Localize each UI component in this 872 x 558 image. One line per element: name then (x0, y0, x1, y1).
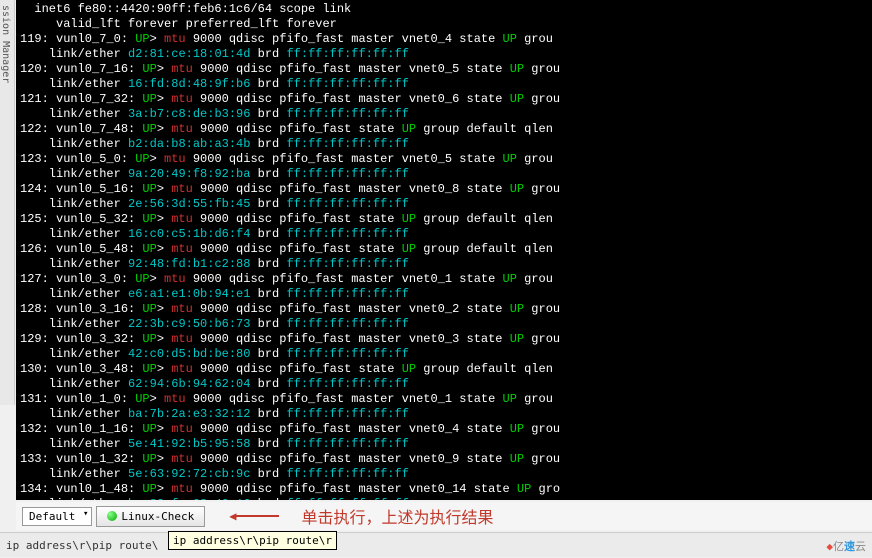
watermark-logo: ◆亿速云 (826, 538, 866, 554)
status-bar: ip address\r\pip route\ ip address\r\pip… (0, 532, 872, 557)
annotation-text: 单击执行，上述为执行结果 (301, 504, 493, 528)
session-manager-sidebar[interactable]: ssion Manager (0, 0, 15, 405)
profile-dropdown[interactable]: Default (22, 507, 92, 526)
arrow-icon (229, 509, 279, 523)
linux-check-button[interactable]: Linux-Check (96, 506, 205, 527)
status-text: ip address\r\pip route\ (6, 539, 158, 552)
button-label: Linux-Check (121, 510, 194, 523)
terminal-output[interactable]: inet6 fe80::4420:90ff:feb6:1c6/64 scope … (16, 0, 872, 500)
status-dot-icon (107, 511, 117, 521)
toolbar: Default Linux-Check 单击执行，上述为执行结果 (16, 502, 872, 530)
tooltip: ip address\r\pip route\r (168, 531, 337, 550)
